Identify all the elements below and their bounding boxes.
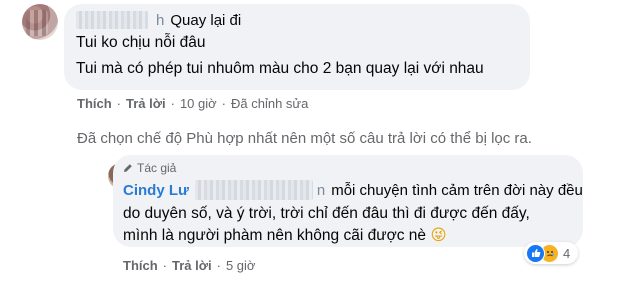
author-badge: Tác giả xyxy=(123,161,176,175)
separator: · xyxy=(216,258,221,273)
comment-line-1: Quay lại đi xyxy=(170,11,242,29)
filter-note: Đã chọn chế độ Phù hợp nhất nên một số c… xyxy=(77,130,532,147)
reply-header: Cindy Lư n mỗi chuyện tình cảm trên đời … xyxy=(123,180,583,200)
reply-author-name[interactable]: Cindy Lư xyxy=(123,182,189,199)
commenter-name[interactable]: h Quay lại đi xyxy=(76,11,241,29)
reply-line-2: do duyên số, và ý trời, trời chỉ đến đâu… xyxy=(123,205,530,222)
reply-actions: Thích · Trả lời · 5 giờ xyxy=(123,258,255,273)
reaction-count: 4 xyxy=(563,245,571,261)
reply-line-3: mình là người phàm nên không cãi được nè… xyxy=(123,225,447,246)
reply-link[interactable]: Trả lời xyxy=(126,96,166,111)
blurred-name xyxy=(194,180,313,200)
edited-label: Đã chỉnh sửa xyxy=(231,96,309,111)
timestamp[interactable]: 10 giờ xyxy=(180,96,217,111)
reply-line-3-text: mình là người phàm nên không cãi được nè xyxy=(123,227,427,244)
separator: · xyxy=(221,96,227,111)
separator: · xyxy=(116,96,122,111)
reply-name-tail: n xyxy=(316,181,326,199)
commenter-name-suffix: h xyxy=(156,11,165,29)
like-icon xyxy=(526,243,545,263)
timestamp[interactable]: 5 giờ xyxy=(226,258,256,273)
pen-icon xyxy=(123,163,133,173)
like-link[interactable]: Thích xyxy=(77,96,112,111)
separator: · xyxy=(162,258,168,273)
wink-tongue-emoji: 😜 xyxy=(430,226,447,244)
reply-line-1: mỗi chuyện tình cảm trên đời này đều xyxy=(331,181,583,199)
commenter-avatar[interactable] xyxy=(22,4,58,40)
author-badge-label: Tác giả xyxy=(137,161,177,175)
blurred-name xyxy=(76,11,148,29)
separator: · xyxy=(170,96,175,111)
comment-line-3: Tui mà có phép tui nhuôm màu cho 2 bạn q… xyxy=(76,60,484,77)
comment-line-2: Tui ko chịu nỗi đâu xyxy=(76,34,206,51)
like-link[interactable]: Thích xyxy=(123,258,158,273)
comment-actions: Thích · Trả lời · 10 giờ · Đã chỉnh sửa xyxy=(77,96,308,111)
reply-link[interactable]: Trả lời xyxy=(172,258,212,273)
reaction-summary[interactable]: 4 xyxy=(524,242,579,264)
